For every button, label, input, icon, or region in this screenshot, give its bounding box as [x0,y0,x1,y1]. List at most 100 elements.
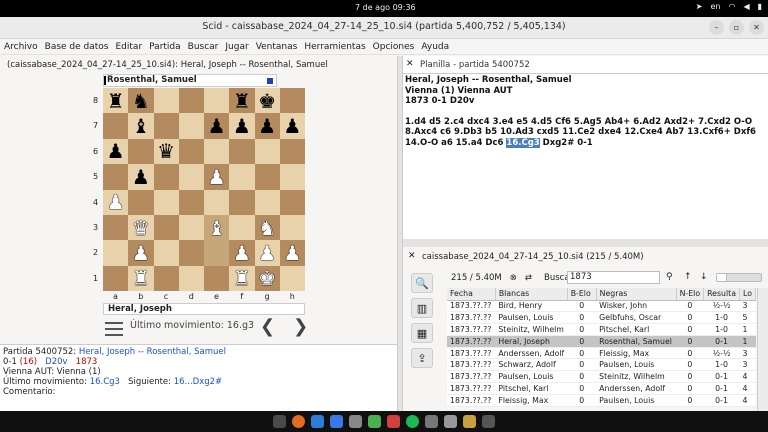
square-a4[interactable]: ♟ [103,189,129,215]
table-scrollbar[interactable] [757,288,768,411]
square-d1[interactable] [178,265,204,292]
square-f1[interactable]: ♜ [229,265,255,292]
white-player-link[interactable]: Heral, Joseph [79,347,135,357]
square-b7[interactable]: ♝ [128,113,154,139]
square-b4[interactable] [128,189,154,215]
results-slider[interactable] [716,273,762,282]
filter-toggle-icon[interactable]: ⇄ [525,273,532,283]
export-icon[interactable]: ⇪ [411,348,433,368]
eco-code[interactable]: D20v [45,357,67,367]
black-pawn-icon[interactable]: ♟ [258,116,276,136]
pane-splitter-horizontal[interactable] [403,239,768,247]
square-c6[interactable]: ♛ [153,138,179,165]
square-b2[interactable]: ♟ [128,240,154,266]
square-c5[interactable] [153,164,179,190]
terminal-icon[interactable] [482,415,495,428]
next-move-link[interactable]: 16...Dxg2# [174,377,222,387]
white-pawn-icon[interactable]: ♟ [208,167,226,187]
square-h8[interactable] [279,88,305,114]
square-d5[interactable] [178,164,204,190]
search-icon[interactable]: ⚲ [666,272,673,282]
square-a5[interactable] [103,164,129,190]
menu-hamburger-icon[interactable] [105,322,123,336]
square-c4[interactable] [153,189,179,215]
square-a3[interactable] [103,214,129,241]
square-g6[interactable] [254,138,280,165]
scid-icon[interactable] [463,415,476,428]
menu-item-0[interactable]: Archivo [4,42,38,52]
table-row[interactable]: 1873.??.?? Schwarz, Adolf 0 Paulsen, Louis 0… [447,358,756,372]
menu-item-9[interactable]: Ayuda [421,42,449,52]
close-window-button[interactable]: ✕ [749,20,764,35]
app-icon[interactable] [387,415,400,428]
black-king-icon[interactable]: ♚ [258,91,276,111]
filter-reset-icon[interactable]: ⊗ [510,273,517,283]
square-f3[interactable] [229,214,255,241]
table-row[interactable]: 1873.??.?? Fleissig, Max 0 Paulsen, Louis 0 0… [447,394,756,407]
square-f5[interactable] [229,164,255,190]
square-a2[interactable] [103,240,129,266]
square-e1[interactable] [204,265,230,292]
column-header[interactable]: Negras [596,288,677,301]
chess-board[interactable]: ♜ ♞ ♜ ♚ ♝ ♟ ♟ ♟ ♟ ♟ ♛ ♟ ♟ ♟ ♛ ♝ ♞ ♟ ♟ ♟ ♟ ♜ ♜ ♚ [103,88,305,292]
table-row[interactable]: 1873.??.?? Paulsen, Louis 0 Gelbfuhs, Oscar… [447,311,756,325]
square-e2[interactable] [204,240,230,266]
square-g3[interactable]: ♞ [254,214,280,241]
square-f6[interactable] [229,138,255,165]
square-g4[interactable] [254,189,280,215]
arrow-down-icon[interactable]: ↓ [700,272,708,282]
square-b8[interactable]: ♞ [128,88,154,114]
square-b1[interactable]: ♜ [128,265,154,292]
black-bishop-icon[interactable]: ♝ [132,116,150,136]
stats-chart-icon[interactable]: ▥ [411,298,433,318]
apps-icon[interactable] [273,415,286,428]
menu-item-8[interactable]: Opciones [373,42,415,52]
square-f2[interactable]: ♟ [229,240,255,266]
black-pawn-icon[interactable]: ♟ [208,116,226,136]
black-rook-icon[interactable]: ♜ [107,91,125,111]
menu-item-5[interactable]: Jugar [225,42,248,52]
square-d3[interactable] [178,214,204,241]
menu-item-6[interactable]: Ventanas [256,42,298,52]
square-g2[interactable]: ♟ [254,240,280,266]
black-knight-icon[interactable]: ♞ [132,91,150,111]
square-d4[interactable] [178,189,204,215]
arrow-up-icon[interactable]: ↑ [684,272,692,282]
square-h2[interactable]: ♟ [279,240,305,266]
square-h1[interactable] [279,265,305,292]
current-move[interactable]: 16.Cg3 [506,137,540,148]
notify-icon[interactable]: ➤ [696,2,703,11]
square-c8[interactable] [153,88,179,114]
menu-item-7[interactable]: Herramientas [304,42,365,52]
edge-icon[interactable] [311,415,324,428]
table-row[interactable]: 1873.??.?? Heral, Joseph 0 Rosenthal, Samue… [447,335,756,348]
square-d7[interactable] [178,113,204,139]
games-table[interactable]: Fecha Blancas B-Elo Negras N-Elo Resulta Lo 18… [447,288,757,407]
square-d6[interactable] [178,138,204,165]
system-clock[interactable]: 7 de ago 09:36 [355,3,416,12]
square-a8[interactable]: ♜ [103,88,129,114]
black-rook-icon[interactable]: ♜ [233,91,251,111]
square-d8[interactable] [178,88,204,114]
column-header[interactable]: B-Elo [567,288,597,301]
column-header[interactable]: Resulta [703,288,740,301]
chrome-icon[interactable] [330,415,343,428]
app2-icon[interactable] [444,415,457,428]
square-c1[interactable] [153,265,179,292]
wifi-icon[interactable]: ◠ [728,2,735,11]
table-row[interactable]: 1873.??.?? Paulsen, Louis 0 Steinitz, Wilhe… [447,370,756,384]
square-e4[interactable] [204,189,230,215]
white-pawn-icon[interactable]: ♟ [107,192,125,212]
square-f7[interactable]: ♟ [229,113,255,139]
remaining-moves[interactable]: Dxg2# 0-1 [540,138,593,148]
menu-item-4[interactable]: Buscar [188,42,219,52]
square-b5[interactable]: ♟ [128,164,154,190]
square-e6[interactable] [204,138,230,165]
white-rook-icon[interactable]: ♜ [132,268,150,288]
square-e7[interactable]: ♟ [204,113,230,139]
black-player-link[interactable]: Rosenthal, Samuel [147,347,226,357]
table-row[interactable]: 1873.??.?? Steinitz, Wilhelm 0 Pitschel, Ka… [447,323,756,336]
column-header[interactable]: Fecha [447,288,496,301]
minimize-button[interactable]: – [709,20,724,35]
square-g5[interactable] [254,164,280,190]
